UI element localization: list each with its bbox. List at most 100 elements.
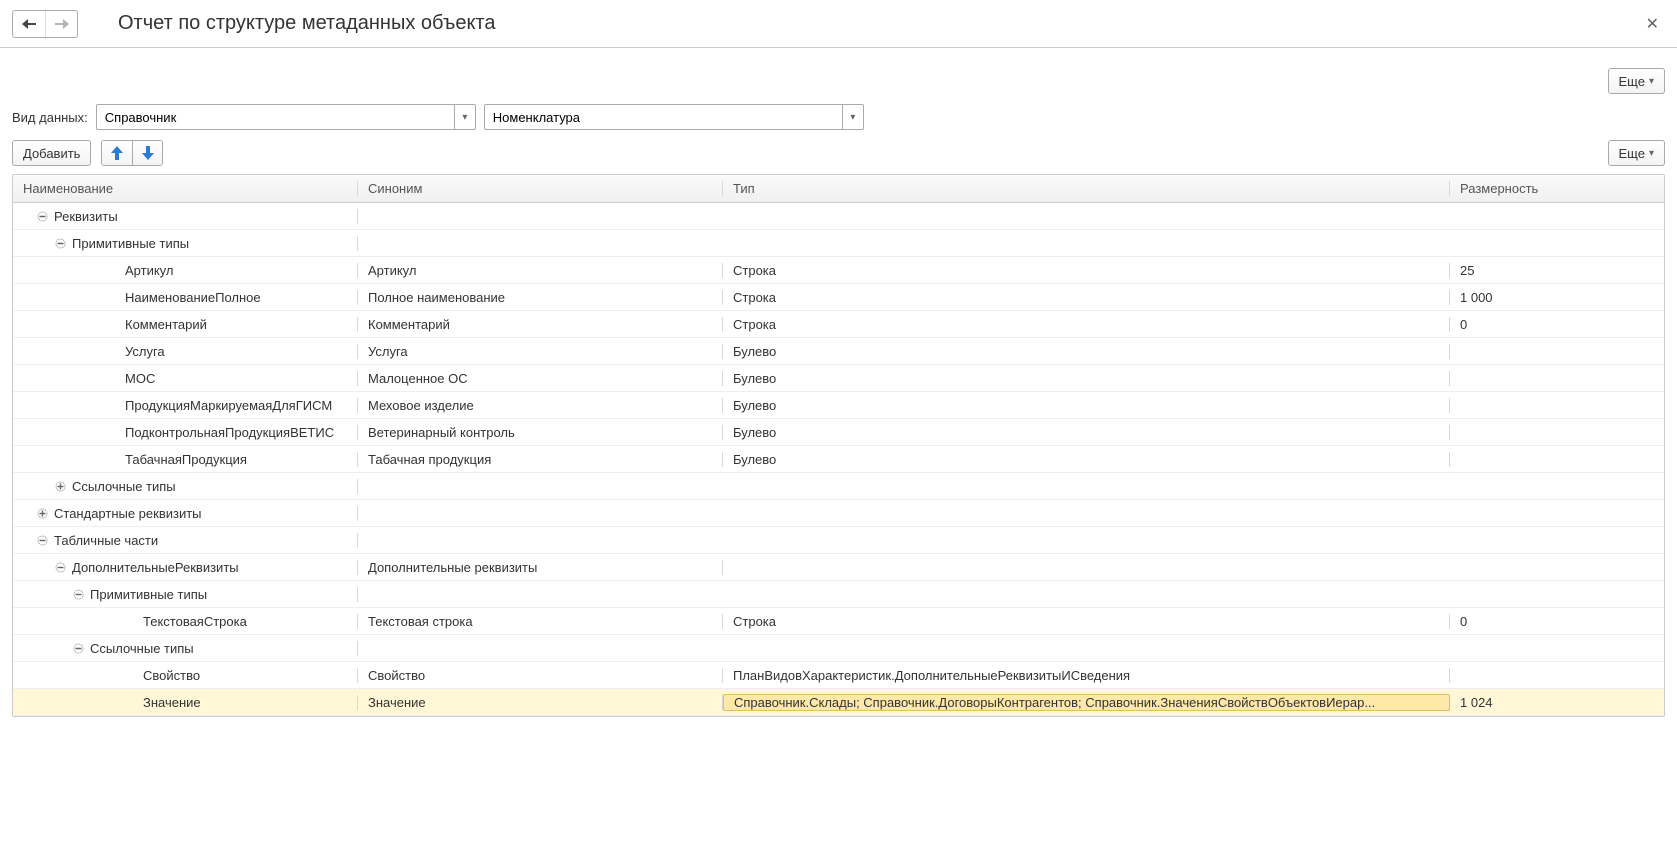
cell-name: Реквизиты: [13, 209, 358, 224]
cell-type: Булево: [723, 398, 1450, 413]
row-syn-text: Артикул: [368, 263, 416, 278]
row-name-text: Услуга: [125, 344, 165, 359]
row-dim-text: 0: [1460, 614, 1467, 629]
row-name-text: Артикул: [125, 263, 173, 278]
table-row[interactable]: ДополнительныеРеквизитыДополнительные ре…: [13, 554, 1664, 581]
row-name-text: Табличные части: [54, 533, 158, 548]
collapse-icon[interactable]: [37, 535, 48, 546]
table-row[interactable]: ПодконтрольнаяПродукцияВЕТИСВетеринарный…: [13, 419, 1664, 446]
table-row[interactable]: ТекстоваяСтрокаТекстовая строкаСтрока0: [13, 608, 1664, 635]
cell-type: Строка: [723, 317, 1450, 332]
collapse-icon[interactable]: [37, 211, 48, 222]
row-dim-text: 0: [1460, 317, 1467, 332]
cell-name: ПродукцияМаркируемаяДляГИСМ: [13, 398, 358, 413]
row-name-text: Свойство: [143, 668, 200, 683]
expand-icon[interactable]: [55, 481, 66, 492]
cell-name: ТабачнаяПродукция: [13, 452, 358, 467]
table-row[interactable]: Примитивные типы: [13, 581, 1664, 608]
chevron-down-icon: ▾: [850, 112, 855, 123]
col-header-type[interactable]: Тип: [723, 181, 1450, 196]
cell-name: Значение: [13, 695, 358, 710]
row-dim-text: 1 000: [1460, 290, 1493, 305]
move-up-button[interactable]: [102, 141, 132, 165]
row-syn-text: Полное наименование: [368, 290, 505, 305]
cell-type: Булево: [723, 344, 1450, 359]
chevron-down-icon: ▾: [1649, 76, 1654, 87]
table-row[interactable]: Ссылочные типы: [13, 473, 1664, 500]
add-button[interactable]: Добавить: [12, 140, 91, 166]
col-header-name[interactable]: Наименование: [13, 181, 358, 196]
data-type-dropdown-button[interactable]: ▾: [454, 105, 475, 129]
row-name-text: Примитивные типы: [72, 236, 189, 251]
no-expander: [108, 265, 119, 276]
row-type-text: Справочник.Склады; Справочник.ДоговорыКо…: [734, 695, 1375, 710]
cell-dimension: 0: [1450, 317, 1664, 332]
row-dim-text: 1 024: [1460, 695, 1493, 710]
row-name-text: НаименованиеПолное: [125, 290, 261, 305]
object-input[interactable]: [485, 105, 842, 129]
table-header: Наименование Синоним Тип Размерность: [13, 175, 1664, 203]
object-dropdown-button[interactable]: ▾: [842, 105, 863, 129]
object-combo[interactable]: ▾: [484, 104, 864, 130]
cell-dimension: 1 024: [1450, 695, 1664, 710]
row-name-text: МОС: [125, 371, 155, 386]
table-row[interactable]: Свойство Свойство ПланВидовХарактеристик.Д…: [13, 662, 1664, 689]
cell-name: Стандартные реквизиты: [13, 506, 358, 521]
row-name-text: Ссылочные типы: [72, 479, 176, 494]
row-name-text: Реквизиты: [54, 209, 118, 224]
table-row[interactable]: Примитивные типы: [13, 230, 1664, 257]
cell-synonym: Услуга: [358, 344, 723, 359]
nav-back-button[interactable]: [13, 11, 45, 37]
table-row[interactable]: МОСМалоценное ОСБулево: [13, 365, 1664, 392]
cell-synonym: Дополнительные реквизиты: [358, 560, 723, 575]
col-header-synonym[interactable]: Синоним: [358, 181, 723, 196]
table-row[interactable]: НаименованиеПолное Полное наименование Стр…: [13, 284, 1664, 311]
data-type-input[interactable]: [97, 105, 454, 129]
table-row[interactable]: ПродукцияМаркируемаяДляГИСММеховое издел…: [13, 392, 1664, 419]
table-row[interactable]: АртикулАртикулСтрока25: [13, 257, 1664, 284]
chevron-down-icon: ▾: [1649, 148, 1654, 159]
cell-type: Булево: [723, 452, 1450, 467]
cell-name: Услуга: [13, 344, 358, 359]
move-down-button[interactable]: [132, 141, 162, 165]
cell-name: ДополнительныеРеквизиты: [13, 560, 358, 575]
row-name-text: ТекстоваяСтрока: [143, 614, 247, 629]
data-type-combo[interactable]: ▾: [96, 104, 476, 130]
cell-synonym: Свойство: [358, 668, 723, 683]
cell-synonym: Ветеринарный контроль: [358, 425, 723, 440]
cell-name: Комментарий: [13, 317, 358, 332]
table-row[interactable]: Ссылочные типы: [13, 635, 1664, 662]
no-expander: [126, 697, 137, 708]
table-row[interactable]: ЗначениеЗначениеСправочник.Склады; Справ…: [13, 689, 1664, 716]
more-button-top[interactable]: Еще ▾: [1608, 68, 1665, 94]
collapse-icon[interactable]: [55, 562, 66, 573]
page-title: Отчет по структуре метаданных объекта: [118, 12, 495, 35]
col-header-dimension[interactable]: Размерность: [1450, 181, 1664, 196]
no-expander: [108, 454, 119, 465]
table-row[interactable]: Табличные части: [13, 527, 1664, 554]
nav-forward-button[interactable]: [45, 11, 77, 37]
close-button[interactable]: ✕: [1640, 8, 1665, 40]
collapse-icon[interactable]: [73, 589, 84, 600]
cell-name: Ссылочные типы: [13, 641, 358, 656]
table-row[interactable]: КомментарийКомментарийСтрока0: [13, 311, 1664, 338]
no-expander: [108, 292, 119, 303]
table-row[interactable]: УслугаУслугаБулево: [13, 338, 1664, 365]
collapse-icon[interactable]: [73, 643, 84, 654]
row-type-text: Булево: [733, 452, 776, 467]
expand-icon[interactable]: [37, 508, 48, 519]
move-buttons: [101, 140, 163, 166]
row-type-text: ПланВидовХарактеристик.ДополнительныеРек…: [733, 668, 1130, 683]
collapse-icon[interactable]: [55, 238, 66, 249]
more-button-label: Еще: [1619, 146, 1645, 161]
row-name-text: Ссылочные типы: [90, 641, 194, 656]
cell-type: Справочник.Склады; Справочник.ДоговорыКо…: [723, 694, 1450, 711]
row-type-text: Строка: [733, 290, 776, 305]
more-button-toolbar[interactable]: Еще ▾: [1608, 140, 1665, 166]
table-row[interactable]: ТабачнаяПродукцияТабачная продукцияБулев…: [13, 446, 1664, 473]
table-row[interactable]: Стандартные реквизиты: [13, 500, 1664, 527]
arrow-left-icon: [22, 19, 36, 29]
table-row[interactable]: Реквизиты: [13, 203, 1664, 230]
row-name-text: Комментарий: [125, 317, 207, 332]
arrow-up-icon: [111, 146, 123, 160]
